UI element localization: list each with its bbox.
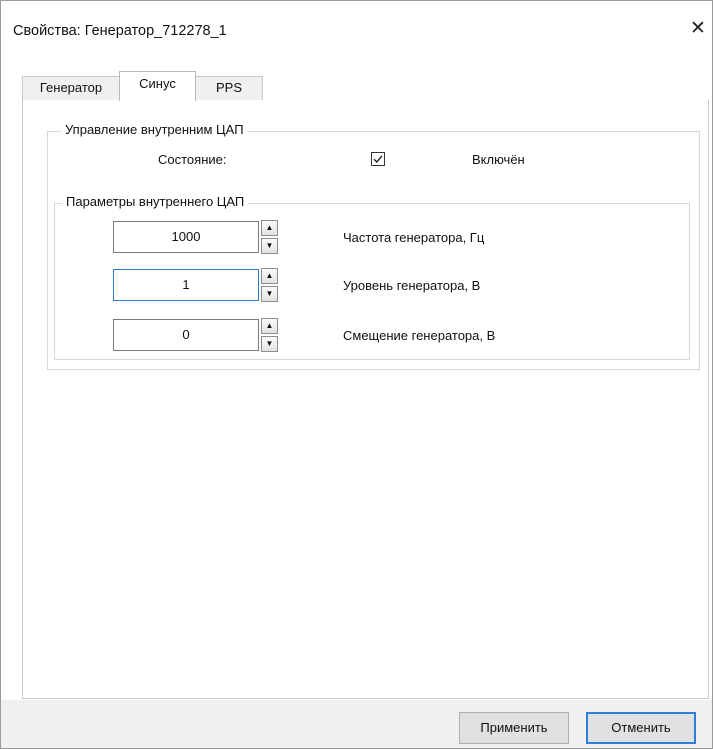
tab-generator-label: Генератор [39, 80, 103, 95]
spin-up-button[interactable]: ▲ [261, 268, 278, 284]
tab-generator[interactable]: Генератор [22, 76, 120, 100]
spin-down-button[interactable]: ▼ [261, 336, 278, 352]
dac-control-group-title: Управление внутренним ЦАП [61, 122, 248, 137]
frequency-input[interactable]: 1000 [113, 221, 259, 253]
spin-down-button[interactable]: ▼ [261, 286, 278, 302]
offset-stepper[interactable]: ▲ ▼ [261, 318, 278, 352]
offset-label: Смещение генератора, В [343, 328, 496, 343]
tab-sine[interactable]: Синус [119, 71, 196, 101]
properties-dialog: Свойства: Генератор_712278_1 ✕ Генератор… [0, 0, 713, 749]
offset-input[interactable]: 0 [113, 319, 259, 351]
spin-up-icon: ▲ [265, 223, 274, 232]
spin-down-icon: ▼ [265, 289, 274, 298]
level-stepper[interactable]: ▲ ▼ [261, 268, 278, 302]
spin-up-button[interactable]: ▲ [261, 318, 278, 334]
checkmark-icon [373, 155, 383, 164]
tab-sine-label: Синус [139, 76, 176, 91]
spin-up-icon: ▲ [265, 271, 274, 280]
tab-pps[interactable]: PPS [195, 76, 263, 100]
spin-up-button[interactable]: ▲ [261, 220, 278, 236]
frequency-stepper[interactable]: ▲ ▼ [261, 220, 278, 254]
level-input[interactable]: 1 [113, 269, 259, 301]
frequency-label: Частота генератора, Гц [343, 230, 485, 245]
state-label: Состояние: [158, 152, 227, 167]
apply-button[interactable]: Применить [459, 712, 569, 744]
spin-up-icon: ▲ [265, 321, 274, 330]
close-button[interactable]: ✕ [685, 15, 711, 41]
close-icon: ✕ [690, 17, 706, 39]
level-label: Уровень генератора, В [343, 278, 481, 293]
tab-pps-label: PPS [215, 80, 242, 95]
spin-down-button[interactable]: ▼ [261, 238, 278, 254]
spin-down-icon: ▼ [265, 339, 274, 348]
enabled-checkbox[interactable] [371, 152, 385, 166]
enabled-label: Включён [472, 152, 525, 167]
dialog-title: Свойства: Генератор_712278_1 [13, 23, 227, 39]
cancel-button[interactable]: Отменить [586, 712, 696, 744]
spin-down-icon: ▼ [265, 241, 274, 250]
dac-params-group-title: Параметры внутреннего ЦАП [62, 194, 249, 209]
